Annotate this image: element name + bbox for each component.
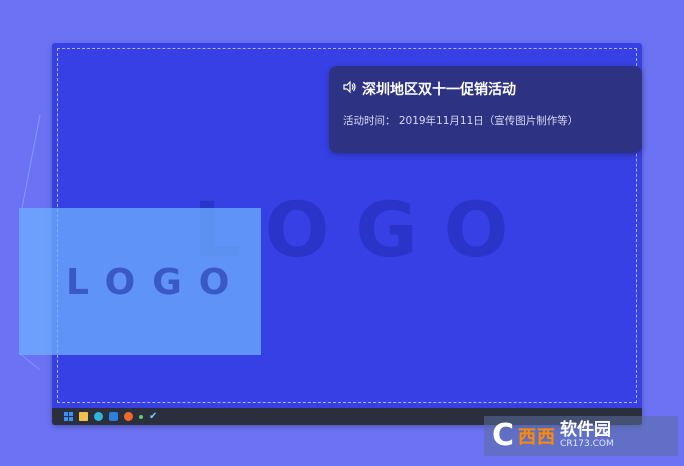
- firefox-icon[interactable]: [124, 412, 133, 421]
- notification-card[interactable]: 深圳地区双十一促销活动 活动时间： 2019年11月11日（宣传图片制作等）: [329, 66, 642, 153]
- watermark-name: 软件园: [560, 420, 612, 441]
- small-logo-text: LOGO: [66, 262, 247, 303]
- notification-subtitle: 活动时间： 2019年11月11日（宣传图片制作等）: [343, 115, 579, 127]
- notification-title-row: 深圳地区双十一促销活动: [343, 79, 628, 99]
- watermark-xixi: 西西: [518, 427, 557, 448]
- watermark-c: C: [492, 418, 515, 453]
- check-icon[interactable]: ✔: [149, 412, 158, 422]
- watermark: C 西西 软件园 CR173.COM: [484, 416, 678, 456]
- watermark-url: CR173.COM: [560, 439, 614, 450]
- folder-icon[interactable]: [79, 412, 88, 421]
- mail-icon[interactable]: [109, 412, 118, 421]
- edge-icon[interactable]: [94, 412, 103, 421]
- dot-icon[interactable]: [139, 414, 143, 419]
- speaker-icon: [343, 80, 356, 97]
- windows-icon[interactable]: [64, 412, 73, 421]
- watermark-text: 软件园 CR173.COM: [560, 420, 614, 450]
- notification-title: 深圳地区双十一促销活动: [362, 82, 516, 98]
